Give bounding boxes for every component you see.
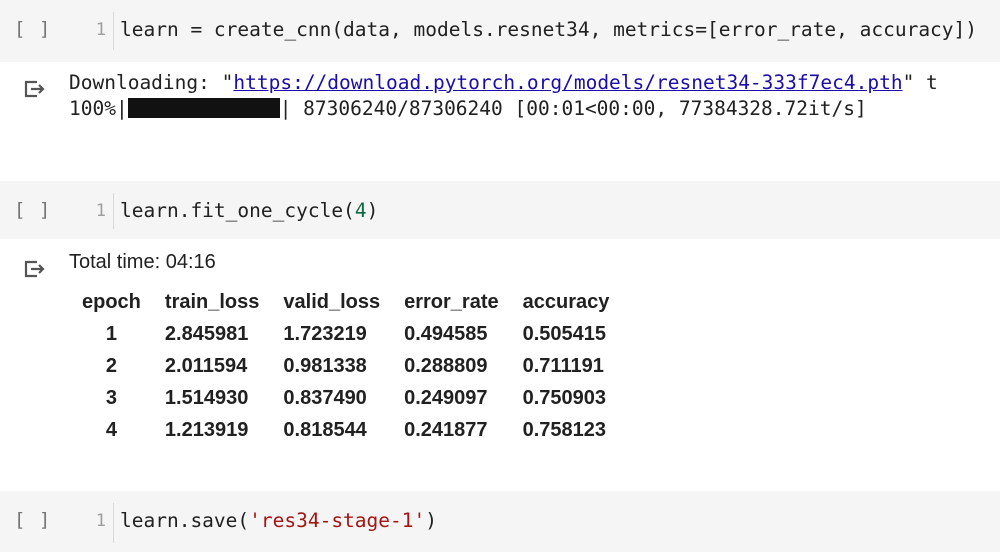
table-cell: 0.241877 xyxy=(404,418,488,441)
code-cell-3[interactable]: [ ] 1 learn.save('res34-stage-1') xyxy=(0,491,1000,552)
gutter-divider xyxy=(113,193,114,229)
progress-bar xyxy=(127,98,280,118)
table-row: 2 2.011594 0.981338 0.288809 0.711191 xyxy=(70,350,621,382)
table-cell: 1 xyxy=(105,322,118,345)
table-cell: 1.213919 xyxy=(164,418,249,441)
table-cell: 2.011594 xyxy=(164,354,248,377)
table-cell: 0.818544 xyxy=(283,418,367,441)
gutter-divider xyxy=(113,12,114,50)
code-line[interactable]: learn = create_cnn(data, models.resnet34… xyxy=(120,18,977,41)
table-cell: 0.981338 xyxy=(283,354,367,377)
progress-percent: 100%| xyxy=(69,97,128,120)
table-row: 3 1.514930 0.837490 0.249097 0.750903 xyxy=(70,382,621,414)
table-cell: 3 xyxy=(105,386,118,409)
table-cell: 0.758123 xyxy=(522,418,607,441)
column-header-accuracy: accuracy xyxy=(522,290,610,313)
run-cell-button[interactable]: [ ] xyxy=(14,18,51,40)
run-cell-button[interactable]: [ ] xyxy=(14,199,51,221)
table-cell: 4 xyxy=(105,418,118,441)
column-header-epoch: epoch xyxy=(82,290,141,313)
run-cell-button[interactable]: [ ] xyxy=(14,509,51,531)
table-cell: 0.288809 xyxy=(404,354,488,377)
table-cell: 1.723219 xyxy=(283,322,367,345)
download-link[interactable]: https://download.pytorch.org/models/resn… xyxy=(233,71,902,94)
table-cell: 2.845981 xyxy=(164,322,249,345)
table-row: 1 2.845981 1.723219 0.494585 0.505415 xyxy=(70,318,621,350)
table-cell: 0.494585 xyxy=(404,322,488,345)
column-header-valid-loss: valid_loss xyxy=(283,290,381,313)
output-arrow-icon xyxy=(24,80,45,98)
download-suffix: " t xyxy=(902,71,938,94)
output-arrow-icon xyxy=(24,260,45,278)
download-output: Downloading: "https://download.pytorch.o… xyxy=(69,71,938,94)
table-cell: 0.249097 xyxy=(404,386,488,409)
table-header-row: epoch train_loss valid_loss error_rate a… xyxy=(70,286,621,318)
progress-output: 100%| | 87306240/87306240 [00:01<00:00, 7… xyxy=(69,97,867,120)
code-text: ) xyxy=(366,199,379,222)
table-cell: 0.711191 xyxy=(522,354,604,377)
code-text: ) xyxy=(425,509,437,532)
column-header-train-loss: train_loss xyxy=(164,290,260,313)
code-text: learn.save( xyxy=(120,509,250,532)
line-number: 1 xyxy=(95,511,106,531)
line-number: 1 xyxy=(95,20,106,40)
code-line[interactable]: learn.fit_one_cycle(4) xyxy=(120,199,378,222)
table-cell: 0.837490 xyxy=(283,386,367,409)
string-literal: 'res34-stage-1' xyxy=(249,509,426,532)
table-cell: 0.750903 xyxy=(522,386,607,409)
line-number: 1 xyxy=(95,201,106,221)
column-header-error-rate: error_rate xyxy=(404,290,499,313)
table-row: 4 1.213919 0.818544 0.241877 0.758123 xyxy=(70,414,621,446)
table-cell: 2 xyxy=(105,354,118,377)
table-cell: 0.505415 xyxy=(522,322,607,345)
total-time: Total time: 04:16 xyxy=(69,251,216,273)
training-results-table: epoch train_loss valid_loss error_rate a… xyxy=(70,286,621,446)
code-cell-1[interactable]: [ ] 1 learn = create_cnn(data, models.re… xyxy=(0,0,1000,62)
download-prefix: Downloading: " xyxy=(69,71,234,94)
code-text: learn.fit_one_cycle( xyxy=(120,199,355,222)
progress-stats: | 87306240/87306240 [00:01<00:00, 773843… xyxy=(279,97,867,120)
number-literal: 4 xyxy=(354,199,367,222)
code-cell-2[interactable]: [ ] 1 learn.fit_one_cycle(4) xyxy=(0,181,1000,239)
table-cell: 1.514930 xyxy=(164,386,249,409)
code-line[interactable]: learn.save('res34-stage-1') xyxy=(120,509,437,532)
gutter-divider xyxy=(113,503,114,543)
